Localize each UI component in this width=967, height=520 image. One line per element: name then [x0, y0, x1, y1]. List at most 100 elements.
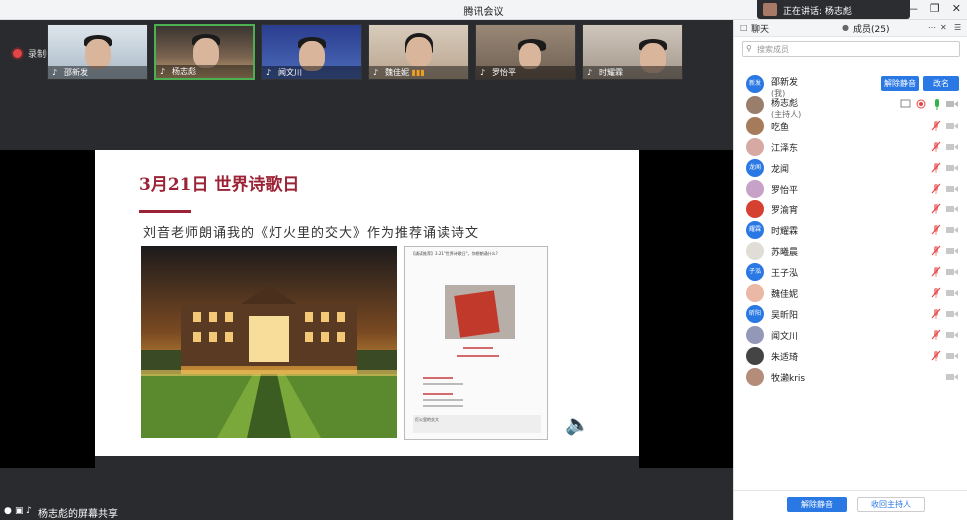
- member-row[interactable]: 罗渝宵: [734, 199, 967, 221]
- mic-off-icon[interactable]: [931, 266, 941, 278]
- speaking-label: 正在讲话: 杨志彪: [783, 7, 852, 17]
- avatar: 昕阳: [746, 304, 764, 323]
- minimize-icon[interactable]: —: [907, 2, 918, 15]
- mic-off-icon[interactable]: [931, 245, 941, 257]
- camera-off-icon[interactable]: [946, 226, 958, 234]
- camera-off-icon[interactable]: [946, 373, 958, 381]
- participant-face: [193, 38, 219, 68]
- video-tile[interactable]: ♪ 魏佳妮 ▮▮▮: [368, 24, 469, 80]
- avatar: [746, 284, 764, 302]
- article-header: 【诵读推荐】3.21"世界诗歌日"，你想朗诵什么?: [411, 251, 498, 256]
- rename-button[interactable]: 改名: [923, 76, 959, 91]
- member-row[interactable]: 朱适琦: [734, 346, 967, 368]
- camera-off-icon[interactable]: [946, 289, 958, 297]
- video-tile[interactable]: ♪ 邵新发: [47, 24, 148, 80]
- shared-screen: 3月21日 世界诗歌日 刘音老师朗诵我的《灯火里的交大》作为推荐诵读诗文 【诵读…: [0, 150, 733, 468]
- tile-name: 罗怡平: [492, 68, 516, 77]
- mic-off-icon[interactable]: [931, 287, 941, 299]
- member-row[interactable]: 罗怡平: [734, 179, 967, 201]
- camera-off-icon[interactable]: [946, 331, 958, 339]
- panel-footer: 解除静音 收回主持人: [734, 490, 967, 520]
- member-row[interactable]: 昕阳 吴昕阳: [734, 304, 967, 326]
- member-row[interactable]: 龙闻 龙闻: [734, 158, 967, 180]
- members-icon: ●: [842, 23, 849, 32]
- tile-name: 杨志彪: [172, 67, 196, 76]
- tile-name: 邵新发: [64, 68, 88, 77]
- member-row[interactable]: 耀霖 时耀霖: [734, 220, 967, 242]
- member-row[interactable]: 闻文川: [734, 325, 967, 347]
- menu-icon[interactable]: ☰: [954, 23, 961, 32]
- mic-off-icon[interactable]: [931, 141, 941, 153]
- mic-off-icon[interactable]: [931, 329, 941, 341]
- mic-off-icon[interactable]: [931, 203, 941, 215]
- window-controls: — ❐ ✕: [907, 2, 961, 15]
- tab-chat[interactable]: 聊天: [751, 22, 769, 35]
- tile-name: 时耀霖: [599, 68, 623, 77]
- speaker-avatar: [763, 3, 777, 16]
- slide-title: 3月21日 世界诗歌日: [139, 175, 300, 195]
- mic-off-icon[interactable]: [931, 120, 941, 132]
- mic-off-icon: ♪: [52, 68, 58, 77]
- camera-off-icon[interactable]: [946, 247, 958, 255]
- search-members-input[interactable]: ⚲ 搜索成员: [742, 41, 960, 57]
- slide-subtitle: 刘音老师朗诵我的《灯火里的交大》作为推荐诵读诗文: [143, 226, 480, 241]
- member-row[interactable]: 牧濑kris: [734, 367, 967, 389]
- member-name: 龙闻: [771, 164, 790, 175]
- search-icon: ⚲: [746, 44, 752, 53]
- host-status-icons: [900, 98, 958, 110]
- camera-off-icon[interactable]: [946, 143, 958, 151]
- camera-off-icon[interactable]: [946, 185, 958, 193]
- member-name: 朱适琦: [771, 352, 799, 363]
- mic-on-icon: ♪: [373, 68, 379, 77]
- member-row[interactable]: 新发 邵新发 (我) 解除静音 改名: [734, 74, 967, 98]
- camera-off-icon[interactable]: [946, 122, 958, 130]
- mic-off-icon[interactable]: [931, 350, 941, 362]
- speaker-icon[interactable]: 🔈: [565, 412, 590, 436]
- camera-off-icon[interactable]: [946, 164, 958, 172]
- unmute-button[interactable]: 解除静音: [881, 76, 919, 91]
- tab-members[interactable]: 成员(25): [853, 22, 889, 35]
- participant-face: [85, 39, 111, 69]
- member-row[interactable]: 子泓 王子泓: [734, 262, 967, 284]
- member-name: 牧濑kris: [771, 373, 806, 384]
- video-tile[interactable]: ♪ 时耀霖: [582, 24, 683, 80]
- member-row[interactable]: 苏曦晨: [734, 241, 967, 263]
- restore-icon[interactable]: ❐: [930, 2, 940, 15]
- mic-off-icon[interactable]: [931, 308, 941, 320]
- member-name: 邵新发: [771, 78, 799, 88]
- camera-off-icon[interactable]: [946, 268, 958, 276]
- article-footer: 灯火里的交大: [413, 415, 541, 433]
- video-tile[interactable]: ♪ 闻文川: [261, 24, 362, 80]
- close-panel-icon[interactable]: ✕: [940, 23, 947, 32]
- more-icon[interactable]: ⋯: [928, 23, 936, 32]
- avatar: 龙闻: [746, 158, 764, 177]
- mic-on-icon: ♪: [160, 67, 166, 76]
- member-row[interactable]: 杨志彪 (主持人): [734, 95, 967, 119]
- camera-off-icon[interactable]: [946, 352, 958, 360]
- member-name: 时耀霖: [771, 227, 799, 238]
- video-tile[interactable]: ♪ 罗怡平: [475, 24, 576, 80]
- tile-name: 魏佳妮: [385, 68, 409, 77]
- person-icon: ●: [4, 506, 12, 516]
- avatar: 耀霖: [746, 221, 764, 240]
- avatar: 子泓: [746, 263, 764, 282]
- mic-off-icon[interactable]: [931, 224, 941, 236]
- avatar: [746, 242, 764, 261]
- campus-night-photo: [141, 246, 397, 438]
- building-illustration: [141, 246, 397, 438]
- video-tile-active[interactable]: ♪ 杨志彪: [154, 24, 255, 80]
- reclaim-host-button[interactable]: 收回主持人: [857, 497, 925, 512]
- member-row[interactable]: 吃鱼: [734, 116, 967, 138]
- mic-off-icon[interactable]: [931, 162, 941, 174]
- close-icon[interactable]: ✕: [952, 2, 961, 15]
- tile-name: 闻文川: [278, 68, 302, 77]
- camera-off-icon[interactable]: [946, 205, 958, 213]
- member-row[interactable]: 江泽东: [734, 137, 967, 159]
- member-name: 吴昕阳: [771, 310, 799, 321]
- unmute-all-button[interactable]: 解除静音: [787, 497, 847, 512]
- camera-off-icon[interactable]: [946, 310, 958, 318]
- member-row[interactable]: 魏佳妮: [734, 283, 967, 305]
- panel-tabs: □ 聊天 ● 成员(25) ⋯ ✕ ☰: [734, 20, 967, 37]
- search-placeholder: 搜索成员: [757, 45, 789, 54]
- mic-off-icon[interactable]: [931, 183, 941, 195]
